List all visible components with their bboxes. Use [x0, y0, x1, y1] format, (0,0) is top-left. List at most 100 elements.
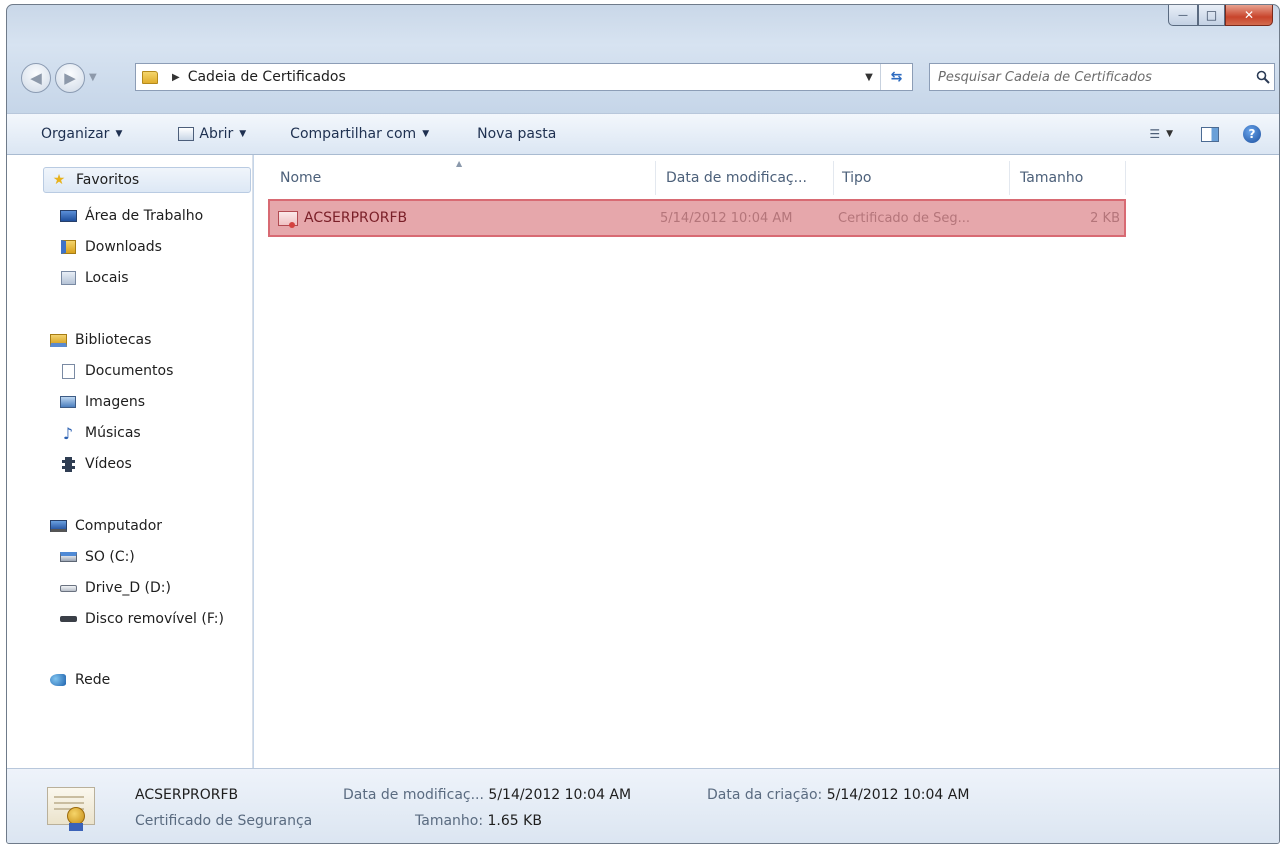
navigation-pane: ★ Favoritos Área de Trabalho Downloads L…: [7, 155, 253, 768]
places-icon: [59, 270, 77, 286]
nav-item-network[interactable]: Rede: [49, 667, 110, 693]
share-label: Compartilhar com: [290, 126, 417, 142]
forward-button[interactable]: ▶: [55, 63, 85, 93]
change-view-icon[interactable]: ☰: [1149, 127, 1160, 141]
file-name: ACSERPRORFB: [304, 210, 408, 226]
nav-item-drive-f[interactable]: Disco removível (F:): [59, 606, 224, 632]
view-options-chevron-icon[interactable]: ▼: [1166, 129, 1173, 139]
nav-item-label: Vídeos: [85, 456, 132, 472]
command-bar: Organizar ▼ Abrir ▼ Compartilhar com ▼ N…: [7, 113, 1279, 155]
search-box[interactable]: [929, 63, 1275, 91]
nav-item-favorites[interactable]: ★ Favoritos: [43, 167, 251, 193]
column-header-label: Data de modificaç...: [666, 170, 807, 186]
sort-ascending-icon: ▲: [456, 159, 463, 168]
recent-pages-chevron-icon[interactable]: ▼: [89, 72, 97, 83]
preview-pane-icon[interactable]: [1201, 126, 1219, 142]
nav-item-videos[interactable]: Vídeos: [59, 451, 132, 477]
nav-item-label: SO (C:): [85, 549, 135, 565]
nav-item-desktop[interactable]: Área de Trabalho: [59, 203, 203, 229]
new-folder-label: Nova pasta: [477, 126, 557, 142]
nav-item-computer[interactable]: Computador: [49, 513, 162, 539]
nav-item-label: Favoritos: [76, 172, 140, 188]
help-icon[interactable]: ?: [1243, 125, 1261, 143]
nav-item-drive-c[interactable]: SO (C:): [59, 544, 135, 570]
details-size-value: 1.65 KB: [487, 813, 542, 829]
nav-item-label: Músicas: [85, 425, 141, 441]
details-size: Tamanho: 1.65 KB: [415, 813, 542, 829]
back-button[interactable]: ◀: [21, 63, 51, 93]
nav-item-places[interactable]: Locais: [59, 265, 129, 291]
file-size: 2 KB: [1090, 210, 1120, 226]
search-input[interactable]: [938, 69, 1252, 85]
column-header-size[interactable]: Tamanho: [1010, 161, 1126, 195]
maximize-button[interactable]: □: [1198, 5, 1225, 26]
network-icon: [49, 672, 67, 688]
nav-item-label: Bibliotecas: [75, 332, 152, 348]
nav-item-music[interactable]: ♪ Músicas: [59, 420, 141, 446]
desktop-icon: [59, 208, 77, 224]
navigation-buttons: ◀ ▶ ▼: [21, 63, 133, 93]
nav-item-documents[interactable]: Documentos: [59, 358, 173, 384]
file-list: ▲ Nome Data de modificaç... Tipo Tamanho…: [254, 155, 1279, 768]
details-created: Data da criação: 5/14/2012 10:04 AM: [707, 787, 969, 803]
documents-icon: [59, 363, 77, 379]
caption-buttons: — □ ✕: [1168, 5, 1273, 27]
column-header-label: Tipo: [842, 170, 872, 186]
star-icon: ★: [52, 172, 66, 188]
toolbar-right: ☰ ▼ ?: [1149, 125, 1261, 143]
nav-item-label: Locais: [85, 270, 129, 286]
hard-drive-icon: [59, 580, 77, 596]
organize-button[interactable]: Organizar ▼: [41, 114, 122, 154]
open-label: Abrir: [199, 126, 234, 142]
column-header-label: Nome: [280, 170, 322, 186]
details-file-type: Certificado de Segurança: [135, 813, 313, 829]
pictures-icon: [59, 394, 77, 410]
address-bar[interactable]: ▶ Cadeia de Certificados ▼ ⇆: [135, 63, 913, 91]
search-icon[interactable]: [1252, 70, 1274, 84]
removable-drive-icon: [59, 611, 77, 627]
details-file-name: ACSERPRORFB: [135, 787, 239, 803]
certificate-icon: [278, 210, 298, 228]
column-header-label: Tamanho: [1020, 170, 1084, 186]
share-button[interactable]: Compartilhar com ▼: [290, 114, 429, 154]
nav-item-label: Imagens: [85, 394, 146, 410]
breadcrumb-chevron-icon[interactable]: ▶: [172, 72, 180, 83]
file-row[interactable]: ACSERPRORFB 5/14/2012 10:04 AM Certifica…: [268, 199, 1126, 237]
refresh-icon: ⇆: [890, 69, 903, 85]
details-modified: Data de modificaç... 5/14/2012 10:04 AM: [343, 787, 631, 803]
chevron-down-icon: ▼: [422, 129, 430, 139]
chevron-down-icon: ▼: [239, 129, 247, 139]
organize-label: Organizar: [41, 126, 110, 142]
close-icon: ✕: [1243, 8, 1255, 22]
file-name-cell: ACSERPRORFB: [278, 201, 407, 235]
nav-item-pictures[interactable]: Imagens: [59, 389, 145, 415]
address-row: ◀ ▶ ▼ ▶ Cadeia de Certificados ▼ ⇆: [7, 59, 1279, 93]
details-modified-label: Data de modificaç...: [343, 787, 484, 803]
nav-item-libraries[interactable]: Bibliotecas: [49, 327, 151, 353]
refresh-button[interactable]: ⇆: [880, 64, 912, 90]
address-dropdown-chevron-icon[interactable]: ▼: [858, 72, 880, 83]
details-created-label: Data da criação:: [707, 787, 823, 803]
downloads-folder-icon: [59, 239, 77, 255]
column-header-modified[interactable]: Data de modificaç...: [656, 161, 834, 195]
column-header-name[interactable]: ▲ Nome: [254, 159, 656, 195]
chevron-down-icon: ▼: [115, 129, 123, 139]
details-created-value: 5/14/2012 10:04 AM: [826, 787, 970, 803]
certificate-ribbon-icon: [69, 823, 83, 831]
nav-item-downloads[interactable]: Downloads: [59, 234, 162, 260]
nav-item-drive-d[interactable]: Drive_D (D:): [59, 575, 171, 601]
breadcrumb-current-folder[interactable]: Cadeia de Certificados: [188, 69, 346, 85]
column-header-type[interactable]: Tipo: [834, 161, 1010, 195]
close-button[interactable]: ✕: [1225, 5, 1273, 26]
details-modified-value: 5/14/2012 10:04 AM: [488, 787, 632, 803]
new-folder-button[interactable]: Nova pasta: [477, 114, 556, 154]
computer-icon: [49, 518, 67, 534]
open-button[interactable]: Abrir ▼: [178, 114, 246, 154]
music-note-icon: ♪: [62, 423, 74, 443]
maximize-icon: □: [1205, 8, 1218, 22]
file-modified: 5/14/2012 10:04 AM: [660, 210, 793, 226]
minimize-button[interactable]: —: [1168, 5, 1198, 26]
explorer-window: — □ ✕ ◀ ▶ ▼ ▶ Cadeia de Certificados ▼ ⇆: [6, 4, 1280, 844]
minimize-icon: —: [1178, 9, 1188, 21]
nav-item-label: Disco removível (F:): [85, 611, 224, 627]
